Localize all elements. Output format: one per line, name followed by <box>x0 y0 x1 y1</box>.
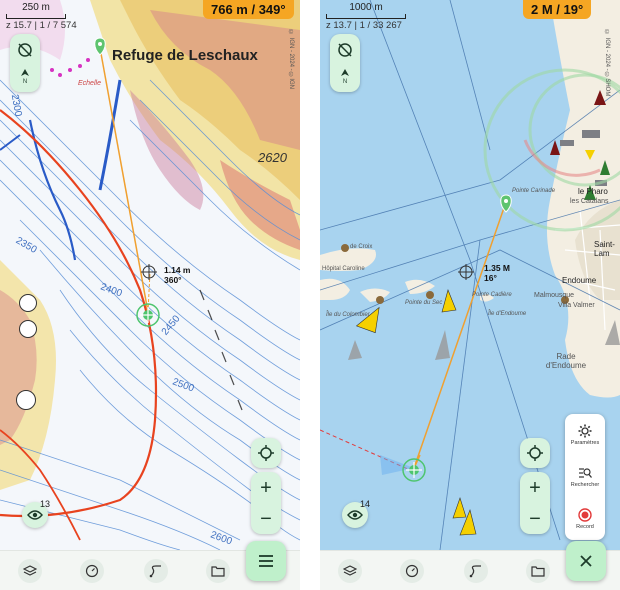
place-refuge: Refuge de Leschaux <box>112 47 258 64</box>
markers-count: 13 <box>40 499 51 509</box>
main-menu-button[interactable] <box>246 541 286 581</box>
place-echelle: Echelle <box>78 80 101 87</box>
close-menu-button[interactable] <box>566 541 606 581</box>
scale-distance: 250 m <box>22 2 50 13</box>
layers-button[interactable] <box>18 559 42 583</box>
map-control-stack: N <box>10 34 40 92</box>
scale-distance: 1000 m <box>349 2 383 13</box>
left-screen: 250 m z 15.7 | 1 / 7 574 766 m / 349° Re… <box>0 0 300 590</box>
zoom-controls: + − <box>520 472 550 534</box>
dashboard-button[interactable] <box>80 559 104 583</box>
folder-button[interactable] <box>526 559 550 583</box>
menu-icon <box>259 555 273 567</box>
svg-text:N: N <box>343 79 347 85</box>
place-saint-lambert: Saint-Lam <box>594 240 615 258</box>
route-button[interactable] <box>144 559 168 583</box>
target-bearing: 16° <box>484 272 497 283</box>
eye-icon <box>347 510 363 520</box>
topo-map-base <box>0 0 300 550</box>
svg-text:N: N <box>23 79 27 85</box>
action-menu: Paramètres Rechercher Record <box>565 414 605 540</box>
map-scale: 250 m z 15.7 | 1 / 7 574 <box>6 2 77 31</box>
location-off-icon[interactable] <box>16 41 34 59</box>
place-croix: de Croix <box>350 244 373 250</box>
crosshair-icon <box>258 445 274 461</box>
route-icon <box>469 565 481 578</box>
crosshair-icon <box>527 445 543 461</box>
zoom-readout: z 15.7 | 1 / 7 574 <box>6 20 77 31</box>
place-villa-valmer: Villa Valmer <box>558 302 595 309</box>
zoom-in-button[interactable]: + <box>529 478 541 498</box>
search-menu-item[interactable]: Rechercher <box>565 466 605 488</box>
right-screen: 1000 m z 13.7 | 1 / 33 267 2 M / 19° 1.3… <box>320 0 620 590</box>
bottom-toolbar <box>0 541 300 590</box>
poi-marker[interactable] <box>16 390 36 410</box>
map-attribution: © IGN - 2024 - ©IGN <box>288 30 294 90</box>
poi-marker[interactable] <box>19 320 37 338</box>
target-readout: 1.35 M 16° <box>484 263 510 284</box>
search-icon <box>579 468 592 478</box>
place-hopital: Hôpital Caroline <box>322 266 365 272</box>
settings-menu-item[interactable]: Paramètres <box>565 424 605 446</box>
place-pharo: le Pharo <box>578 187 608 196</box>
compass-north-icon[interactable]: N <box>336 67 354 85</box>
zoom-out-button[interactable]: − <box>529 509 541 529</box>
dashboard-button[interactable] <box>400 559 424 583</box>
bottom-toolbar <box>320 541 620 590</box>
place-pointe-sec: Pointe du Sec <box>405 300 443 306</box>
dashboard-icon <box>405 564 419 578</box>
topo-map[interactable]: 250 m z 15.7 | 1 / 7 574 766 m / 349° Re… <box>0 0 300 550</box>
place-pointe-carinade: Pointe Carinade <box>512 188 556 194</box>
zoom-readout: z 13.7 | 1 / 33 267 <box>326 20 402 31</box>
settings-label: Paramètres <box>570 440 600 446</box>
poi-marker[interactable] <box>19 294 37 312</box>
zoom-in-button[interactable]: + <box>260 478 272 498</box>
layers-button[interactable] <box>338 559 362 583</box>
record-menu-item[interactable]: Record <box>565 508 605 530</box>
search-label: Rechercher <box>570 482 600 488</box>
place-catalans: les Catalans <box>570 198 609 205</box>
folder-icon <box>531 566 545 577</box>
place-pointe-cadiere: Pointe Cadière <box>472 292 512 298</box>
place-malmousque: Malmousque <box>534 292 575 299</box>
map-scale: 1000 m z 13.7 | 1 / 33 267 <box>326 2 406 31</box>
altitude-2620: 2620 <box>258 150 287 165</box>
place-ile-endoume: Île d'Endoume <box>488 311 527 317</box>
gear-icon <box>578 424 592 438</box>
place-endoume: Endoume <box>562 276 597 285</box>
route-button[interactable] <box>464 559 488 583</box>
layers-icon <box>343 565 357 576</box>
markers-count: 14 <box>360 499 371 509</box>
close-icon <box>580 555 592 567</box>
scale-bar <box>326 14 406 19</box>
record-icon <box>578 508 592 522</box>
zoom-controls: + − <box>251 472 281 534</box>
nautical-map[interactable]: 1000 m z 13.7 | 1 / 33 267 2 M / 19° 1.3… <box>320 0 620 550</box>
distance-bearing-badge[interactable]: 2 M / 19° <box>523 0 592 19</box>
place-colombier: Île du Colombier <box>326 312 370 318</box>
locate-me-button[interactable] <box>251 438 281 468</box>
place-rade: Rade d'Endoume <box>545 352 587 370</box>
locate-me-button[interactable] <box>520 438 550 468</box>
zoom-out-button[interactable]: − <box>260 509 272 529</box>
compass-north-icon[interactable]: N <box>16 67 34 85</box>
layers-icon <box>23 565 37 576</box>
eye-icon <box>27 510 43 520</box>
dashboard-icon <box>85 564 99 578</box>
map-attribution: © IGN - 2024 - ©SHOM <box>604 30 610 97</box>
distance-bearing-badge[interactable]: 766 m / 349° <box>203 0 294 19</box>
route-icon <box>149 565 161 578</box>
location-off-icon[interactable] <box>336 41 354 59</box>
target-bearing: 360° <box>164 274 182 285</box>
folder-button[interactable] <box>206 559 230 583</box>
folder-icon <box>211 566 225 577</box>
map-control-stack: N <box>330 34 360 92</box>
record-label: Record <box>576 524 594 530</box>
target-readout: 1.14 m 360° <box>164 265 190 286</box>
scale-bar <box>6 14 66 19</box>
